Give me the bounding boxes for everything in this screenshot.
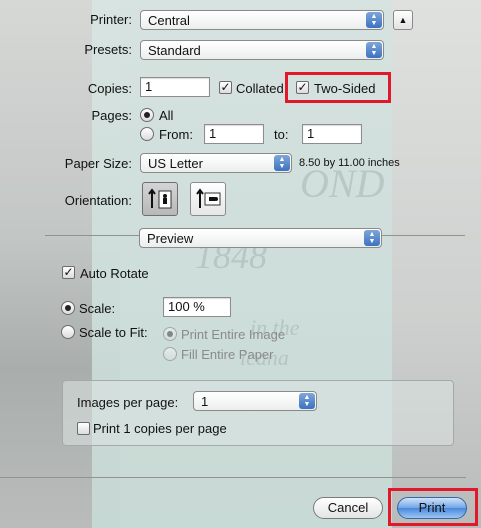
images-per-page-group xyxy=(62,380,454,446)
section-popup[interactable]: Preview ▲ ▼ xyxy=(139,228,382,248)
paper-dimensions-text: 8.50 by 11.00 inches xyxy=(299,157,400,169)
scale-to-fit-radio[interactable] xyxy=(61,325,75,339)
print-button[interactable]: Print xyxy=(397,497,467,519)
two-sided-label: Two-Sided xyxy=(314,81,376,96)
popup-arrows-icon: ▲ ▼ xyxy=(299,393,315,409)
paper-size-label: Paper Size: xyxy=(64,156,132,171)
separator-bottom xyxy=(0,477,466,478)
print-copies-checkbox[interactable] xyxy=(77,422,90,435)
background-photo: OND 1848 in the icana xyxy=(0,0,481,528)
portrait-orientation-button[interactable] xyxy=(142,182,178,216)
pages-from-label: From: xyxy=(159,127,193,142)
copies-field[interactable]: 1 xyxy=(140,77,210,97)
printer-value: Central xyxy=(148,12,190,28)
collapse-toggle-button[interactable]: ▲ xyxy=(393,10,413,30)
pages-to-field[interactable]: 1 xyxy=(302,124,362,144)
printer-popup[interactable]: Central ▲ ▼ xyxy=(140,10,384,30)
fill-entire-paper-radio[interactable] xyxy=(163,347,177,361)
print-entire-image-label: Print Entire Image xyxy=(181,327,286,342)
scale-label: Scale: xyxy=(79,301,116,316)
auto-rotate-label: Auto Rotate xyxy=(80,266,149,281)
popup-arrows-icon: ▲ ▼ xyxy=(364,230,380,246)
scale-radio[interactable] xyxy=(61,301,75,315)
pages-from-field[interactable]: 1 xyxy=(204,124,264,144)
scale-to-fit-label: Scale to Fit: xyxy=(79,325,148,340)
pages-from-radio[interactable] xyxy=(140,127,154,141)
pages-label: Pages: xyxy=(91,108,132,123)
cancel-button[interactable]: Cancel xyxy=(313,497,383,519)
landscape-orientation-button[interactable] xyxy=(190,182,226,216)
popup-arrows-icon: ▲ ▼ xyxy=(366,42,382,58)
auto-rotate-checkbox[interactable]: ✓ xyxy=(62,266,75,279)
paper-size-value: US Letter xyxy=(148,155,203,171)
presets-value: Standard xyxy=(148,42,201,58)
landscape-person-icon xyxy=(196,188,221,208)
print-copies-label: Print 1 copies per page xyxy=(93,421,227,436)
images-per-page-label: Images per page: xyxy=(77,395,179,410)
collated-checkbox[interactable]: ✓ xyxy=(219,81,232,94)
presets-label: Presets: xyxy=(84,42,132,57)
pages-all-radio[interactable] xyxy=(140,108,154,122)
popup-arrows-icon: ▲ ▼ xyxy=(366,12,382,28)
collated-label: Collated xyxy=(236,81,284,96)
print-entire-image-radio[interactable] xyxy=(163,327,177,341)
presets-popup[interactable]: Standard ▲ ▼ xyxy=(140,40,384,60)
scale-field[interactable]: 100 % xyxy=(163,297,231,317)
popup-arrows-icon: ▲ ▼ xyxy=(274,155,290,171)
copies-label: Copies: xyxy=(87,81,132,96)
printer-label: Printer: xyxy=(90,12,132,27)
triangle-up-icon: ▲ xyxy=(398,15,408,25)
portrait-person-icon xyxy=(148,188,172,209)
paper-size-popup[interactable]: US Letter ▲ ▼ xyxy=(140,153,292,173)
images-per-page-value: 1 xyxy=(201,393,209,409)
fill-entire-paper-label: Fill Entire Paper xyxy=(181,347,274,362)
pages-all-label: All xyxy=(159,108,174,123)
pages-to-label: to: xyxy=(274,127,289,142)
section-value: Preview xyxy=(147,230,194,246)
images-per-page-popup[interactable]: 1 ▲ ▼ xyxy=(193,391,317,411)
orientation-label: Orientation: xyxy=(64,193,132,208)
two-sided-checkbox[interactable]: ✓ xyxy=(296,81,309,94)
